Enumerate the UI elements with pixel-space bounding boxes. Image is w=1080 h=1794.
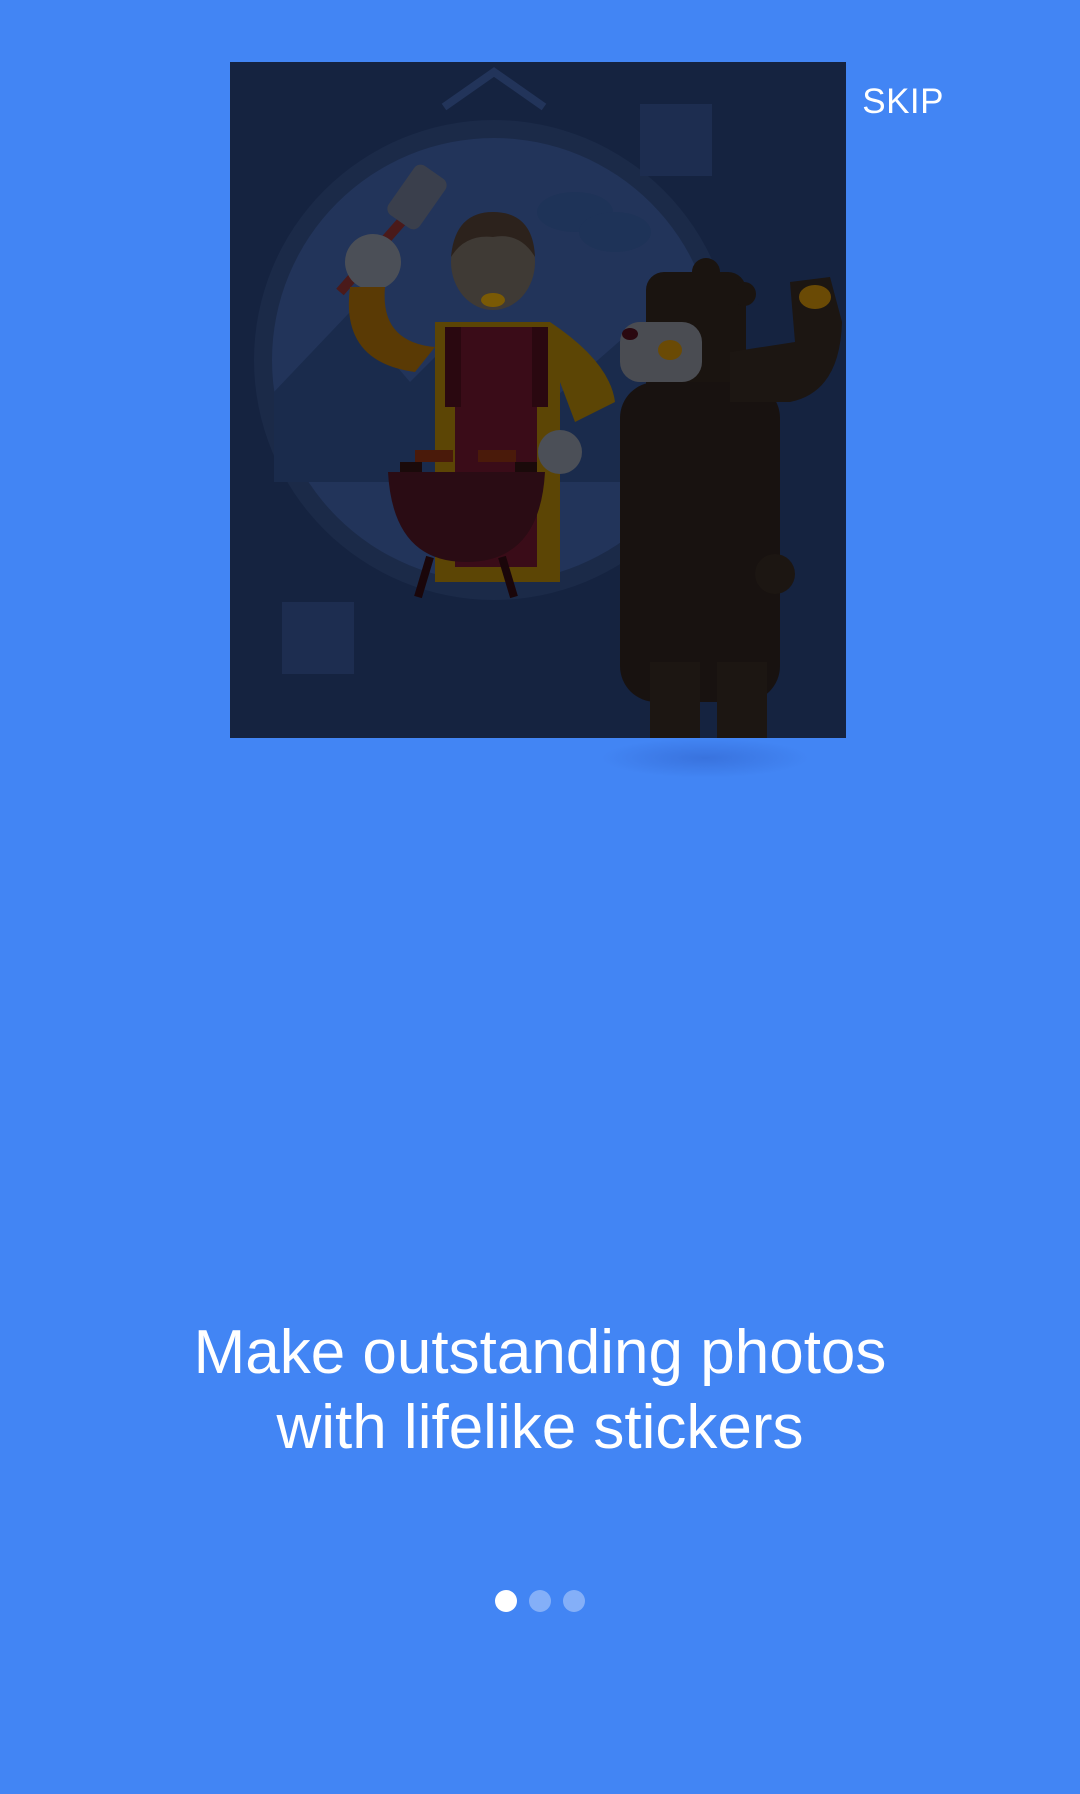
bbq-person-and-bear-icon	[254, 67, 842, 738]
page-indicator	[0, 1590, 1080, 1612]
page-dot-2[interactable]	[529, 1590, 551, 1612]
page-dot-3[interactable]	[563, 1590, 585, 1612]
onboarding-illustration	[230, 62, 846, 738]
illustration-shadow	[600, 738, 810, 778]
onboarding-headline: Make outstanding photos with lifelike st…	[193, 1318, 887, 1462]
page-dot-1[interactable]	[495, 1590, 517, 1612]
skip-button[interactable]: SKIP	[854, 78, 952, 126]
